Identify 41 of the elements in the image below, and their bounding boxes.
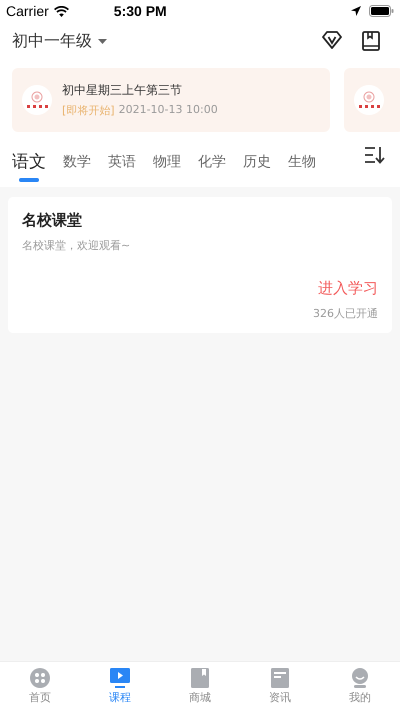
course-card[interactable]: 名校课堂 名校课堂，欢迎观看~ 进入学习 326人已开通: [8, 197, 392, 333]
face-icon: [351, 668, 369, 688]
course-title: 名校课堂: [22, 211, 83, 230]
subject-tab[interactable]: 英语: [108, 152, 136, 176]
subject-tab[interactable]: 数学: [63, 152, 91, 176]
enter-study-link[interactable]: 进入学习: [318, 279, 378, 298]
bookmark-book-icon: [191, 668, 209, 688]
grid-dots-icon: [30, 668, 50, 688]
tab-bar-label: 首页: [29, 690, 51, 704]
clock: 5:30 PM: [114, 3, 167, 19]
document-icon: [271, 668, 289, 688]
tab-bar-item[interactable]: 我的: [320, 662, 400, 710]
tab-bar-item[interactable]: 商城: [160, 662, 240, 710]
tab-bar-item[interactable]: 资讯: [240, 662, 320, 710]
subject-tab[interactable]: 语文: [12, 150, 46, 179]
tab-bar-item[interactable]: 课程: [80, 662, 160, 710]
tab-bar-label: 课程: [109, 690, 131, 704]
live-card[interactable]: 初中星期三上午第三节 [即将开始] 2021-10-13 10:00: [12, 68, 330, 132]
live-time: 2021-10-13 10:00: [118, 103, 218, 118]
live-status: [即将开始]: [62, 103, 115, 118]
tab-bar-label: 商城: [189, 690, 211, 704]
play-icon: [109, 668, 131, 688]
tab-bar-label: 我的: [349, 690, 371, 704]
wifi-icon: [54, 6, 69, 16]
tab-bar-label: 资讯: [269, 690, 291, 704]
carrier-label: Carrier: [6, 3, 49, 19]
subject-tab[interactable]: 历史: [243, 152, 271, 176]
subject-tab[interactable]: 化学: [198, 152, 226, 176]
caret-icon: [98, 38, 107, 44]
battery-icon: [369, 5, 394, 17]
book-icon[interactable]: [362, 31, 380, 51]
course-subtitle: 名校课堂，欢迎观看~: [22, 238, 132, 253]
vip-diamond-icon[interactable]: [322, 31, 342, 49]
enrolled-count: 326人已开通: [313, 306, 378, 321]
tab-bar-item[interactable]: 首页: [0, 662, 80, 710]
tab-indicator: [19, 178, 39, 182]
live-title: 初中星期三上午第三节: [62, 82, 183, 99]
location-icon: [351, 6, 361, 16]
subject-tab[interactable]: 生物: [288, 152, 316, 176]
grade-selector[interactable]: 初中一年级: [12, 30, 107, 52]
subject-tab[interactable]: 物理: [153, 152, 181, 176]
